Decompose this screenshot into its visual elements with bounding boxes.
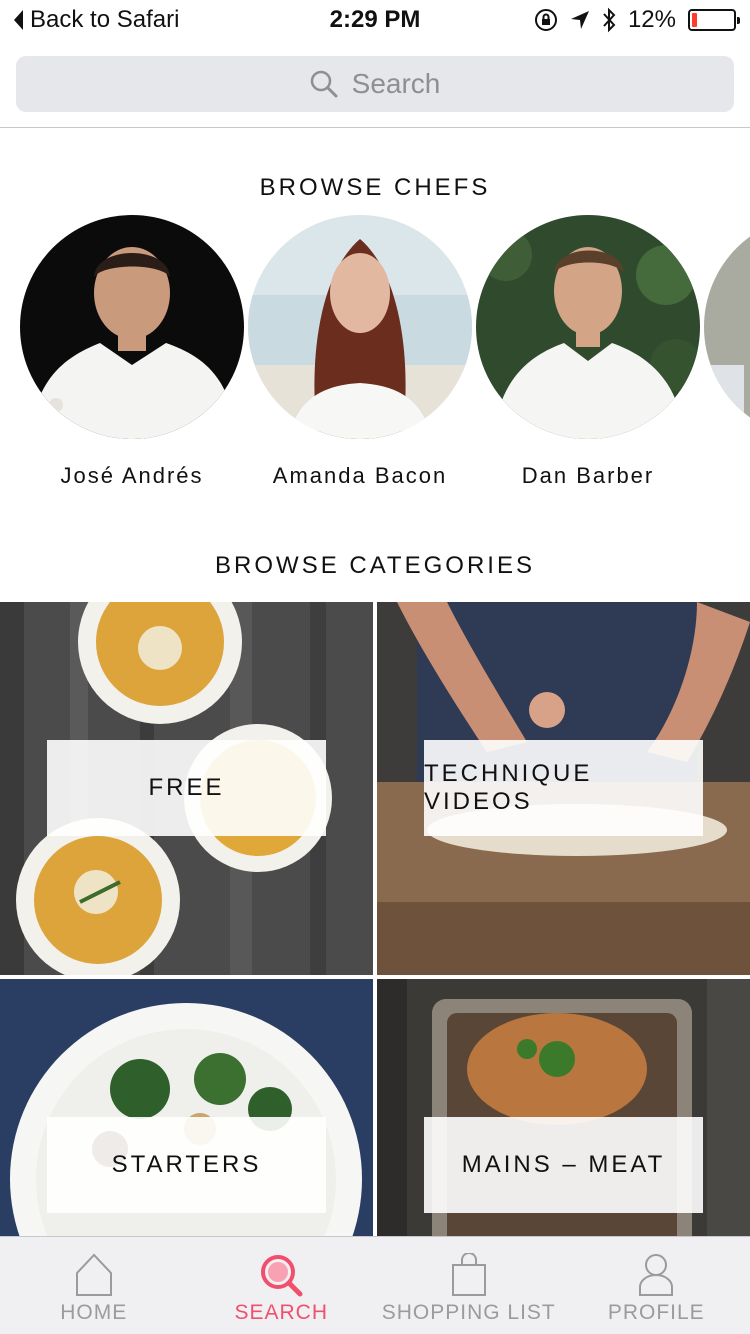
chef-photo[interactable] [20,215,244,439]
profile-icon [639,1254,674,1296]
tab-shopping-list[interactable]: SHOPPING LIST [375,1237,563,1334]
home-icon [75,1253,112,1296]
shopping-bag-icon [451,1253,486,1296]
chef-card[interactable] [704,215,750,439]
tab-label: SEARCH [234,1301,329,1324]
search-placeholder: Search [351,68,441,99]
battery-level [692,13,697,27]
chef-photo[interactable] [704,215,750,439]
tab-home[interactable]: HOME [0,1237,188,1334]
search-input[interactable]: Search [16,56,734,112]
category-tile-technique-videos[interactable]: TECHNIQUE VIDEOS [377,602,750,975]
category-tile-free[interactable]: FREE [0,602,373,975]
category-tile-starters[interactable]: STARTERS [0,979,373,1236]
category-label: MAINS – MEAT [424,1117,703,1213]
categories-grid: FREE TECHNIQUE VIDEOS STARTERS MAINS – M… [0,602,750,1236]
chef-photo[interactable] [248,215,472,439]
back-arrow-icon [14,10,23,30]
category-label: STARTERS [47,1117,326,1213]
category-tile-mains-meat[interactable]: MAINS – MEAT [377,979,750,1236]
bluetooth-icon [603,7,616,33]
divider [0,127,750,128]
chef-name: José Andrés [60,463,204,488]
battery-icon [688,9,740,31]
chef-card[interactable]: José Andrés [20,215,244,489]
chef-card[interactable]: Dan Barber [476,215,700,489]
search-icon [310,70,338,98]
status-bar: Back to Safari 2:29 PM 12% [0,0,750,40]
browse-chefs-title: BROWSE CHEFS [259,174,491,201]
category-label: FREE [47,740,326,836]
tab-search[interactable]: SEARCH [188,1237,376,1334]
back-to-safari[interactable]: Back to Safari [12,6,179,34]
tab-label: SHOPPING LIST [381,1301,556,1324]
browse-categories-title: BROWSE CATEGORIES [215,552,535,579]
tab-profile[interactable]: PROFILE [563,1237,750,1334]
search-icon [261,1255,303,1297]
chef-name: Amanda Bacon [272,463,448,488]
chef-card[interactable]: Amanda Bacon [248,215,472,489]
back-label[interactable]: Back to Safari [30,6,179,34]
category-label: TECHNIQUE VIDEOS [424,740,703,836]
tab-label: PROFILE [607,1301,705,1324]
chefs-carousel[interactable]: José Andrés Amanda Bacon Dan Barber [20,215,750,505]
chef-photo[interactable] [476,215,700,439]
tab-label: HOME [60,1301,128,1324]
location-icon [570,11,589,29]
chef-name: Dan Barber [521,463,655,488]
battery-percent: 12% [627,6,676,33]
orientation-lock-icon [534,9,557,31]
tab-bar: HOME SEARCH SHOPPING LIST PROFILE [0,1236,750,1334]
